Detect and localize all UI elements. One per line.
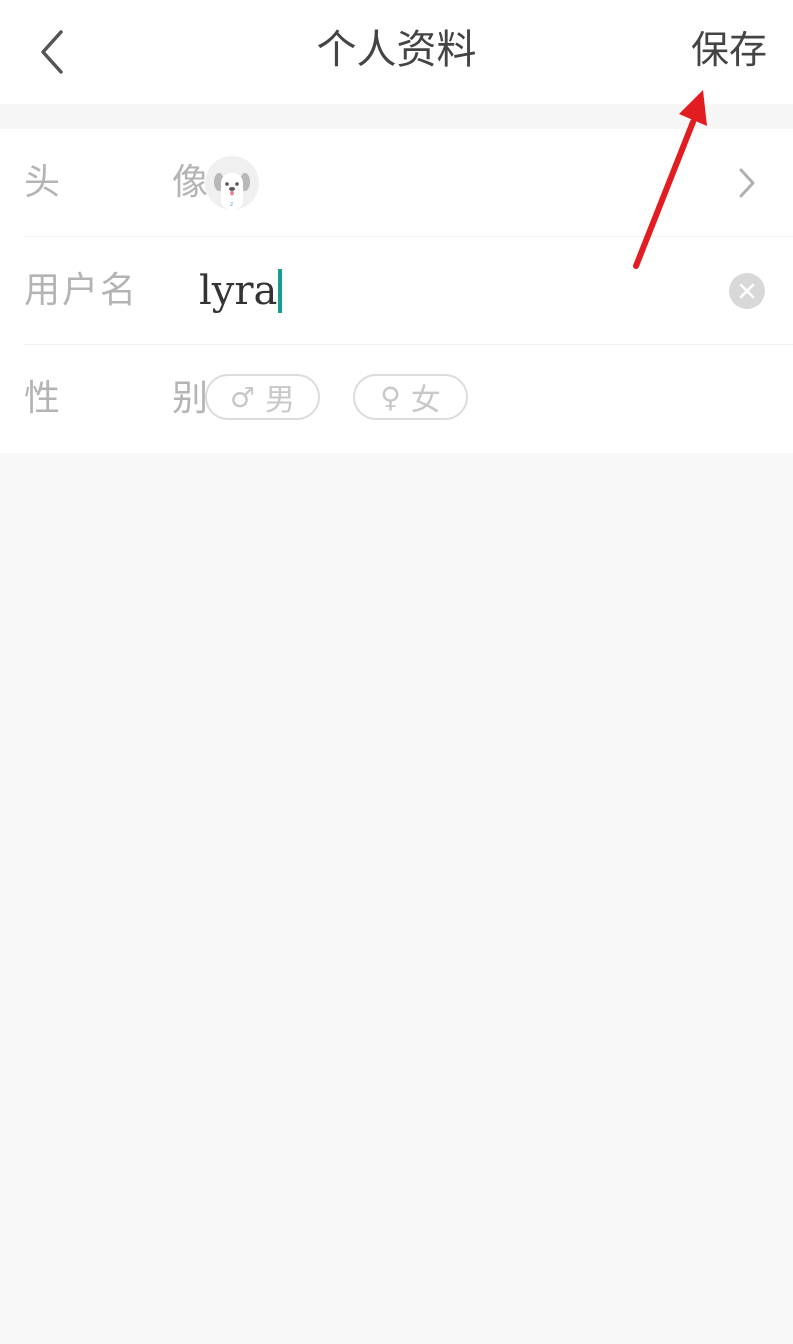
male-icon: ♂ bbox=[229, 380, 256, 414]
top-bar: 个人资料 保存 bbox=[0, 0, 793, 104]
username-row: 用户名 bbox=[0, 237, 793, 345]
gender-male-option[interactable]: ♂ 男 bbox=[205, 374, 320, 420]
clear-input-button[interactable] bbox=[729, 273, 765, 309]
female-label: 女 bbox=[410, 383, 441, 418]
profile-form: 头 像 z 用户名 lyra 性 别 ♂ 男 ♀ 女 bbox=[0, 129, 793, 453]
gender-female-option[interactable]: ♀ 女 bbox=[353, 374, 468, 420]
section-gap bbox=[0, 104, 793, 129]
username-input[interactable]: lyra bbox=[199, 263, 283, 319]
chevron-right-icon[interactable] bbox=[737, 167, 757, 199]
text-caret bbox=[278, 269, 283, 313]
save-button[interactable]: 保存 bbox=[691, 22, 767, 78]
male-label: 男 bbox=[265, 383, 296, 418]
svg-text:z: z bbox=[230, 201, 233, 208]
username-label: 用户名 bbox=[24, 270, 139, 311]
avatar[interactable]: z bbox=[205, 156, 259, 210]
username-value: lyra bbox=[199, 268, 278, 314]
close-icon bbox=[739, 283, 755, 299]
page-title: 个人资料 bbox=[316, 27, 477, 73]
female-icon: ♀ bbox=[380, 380, 401, 414]
avatar-row[interactable]: 头 像 z bbox=[0, 129, 793, 237]
dog-avatar-icon: z bbox=[205, 156, 259, 210]
